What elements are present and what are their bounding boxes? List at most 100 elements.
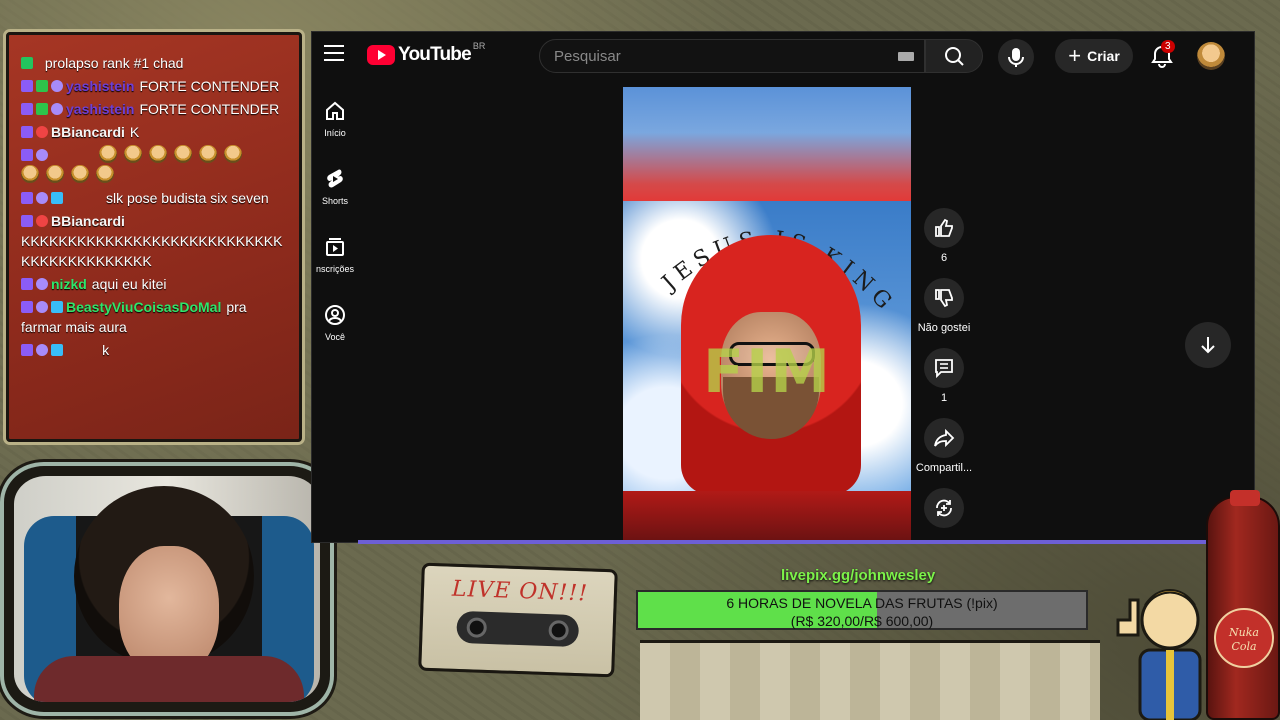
chat-text: prolapso rank #1 chad [44,55,184,71]
video-overlay-text: FIM [703,337,833,407]
chat-message: slk pose budista six seven [21,188,289,208]
like-button[interactable] [924,208,964,248]
chat-message: BBiancardi K [21,122,289,142]
cassette-window [456,610,580,648]
emote-icon [198,145,217,163]
nav-item-shorts[interactable]: Shorts [312,158,358,226]
menu-icon[interactable] [324,45,344,63]
search-icon [945,47,964,66]
heart-badge-icon [36,126,48,138]
bottle-cap [1230,490,1260,506]
logo-text: YouTube [398,44,472,65]
streamer-shirt [34,656,304,702]
emote-icon [46,165,64,183]
chat-text: FORTE CONTENDER [139,101,280,117]
keyboard-icon[interactable] [898,52,914,61]
video-top-gradient [623,87,911,201]
chat-message: prolapso rank #1 chad [21,53,289,73]
badge-icon [21,103,33,115]
donation-url: livepix.gg/johnwesley [781,567,936,584]
chat-message: nizkd aqui eu kitei [21,274,289,294]
nuka-cola-bottle: Nuka Cola [1206,490,1280,720]
donation-goal-bar: 6 HORAS DE NOVELA DAS FRUTAS (!pix) (R$ … [636,590,1088,630]
comment-count: 1 [940,392,948,404]
account-avatar[interactable] [1197,42,1225,70]
badge-icon [51,192,63,204]
badge-icon [21,301,33,313]
plus-icon: + [1068,43,1082,68]
emote-icon [21,165,39,183]
chat-message: BBiancardi KKKKKKKKKKKKKKKKKKKKKKKKKKKKKK… [21,211,289,271]
chat-text: slk pose budista six seven [106,190,269,206]
comments-button[interactable] [924,348,964,388]
chat-username: BeastyViuCoisasDoMal [66,299,222,315]
chat-message: BeastyViuCoisasDoMal pra farmar mais aura [21,297,289,337]
share-action: Compartil... [914,418,974,474]
shorts-video-player[interactable]: JESUS IS KING FIM [623,87,911,542]
nav-label: Você [324,332,346,342]
chat-text: KKKKKKKKKKKKKKKKKKKKKKKKKKKKKKKKKKKKKKKK… [21,233,283,269]
reel-icon [548,620,570,641]
search-input[interactable] [554,40,884,72]
chat-text: k [102,342,110,358]
share-label: Compartil... [915,462,973,474]
chat-text: K [129,124,140,140]
search-button[interactable] [925,39,983,73]
chat-message: yashistein FORTE CONTENDER [21,76,289,96]
cassette-label: LIVE ON!!! [451,576,589,607]
create-button[interactable]: + Criar [1055,39,1133,73]
video-bottom-gradient [623,491,911,542]
heart-badge-icon [36,215,48,227]
youtube-play-icon [367,45,395,65]
comments-action: 1 [914,348,974,404]
overlay-machine-art [640,640,1100,720]
nav-item-subscriptions[interactable]: nscrições [312,226,358,294]
badge-icon [21,192,33,204]
badge-icon [21,278,33,290]
goal-title: 6 HORAS DE NOVELA DAS FRUTAS (!pix) [726,595,998,611]
nav-item-you[interactable]: Você [312,294,358,362]
stream-chat: prolapso rank #1 chad yashistein FORTE CO… [6,32,302,442]
badge-icon [36,278,48,290]
badge-icon [21,80,33,92]
like-count: 6 [940,252,948,264]
voice-search-button[interactable] [998,39,1034,75]
chat-username: BBiancardi [51,124,125,140]
goal-amount: (R$ 320,00/R$ 600,00) [790,613,934,629]
badge-icon [36,344,48,356]
badge-icon [21,149,33,161]
nav-label: Shorts [321,196,348,206]
badge-icon [21,215,33,227]
home-icon [326,101,344,120]
subscriptions-icon [326,238,344,256]
nav-item-home[interactable]: Início [312,90,358,158]
dislike-label: Não gostei [917,322,971,334]
remix-button[interactable] [924,488,964,528]
chat-username [66,190,101,206]
badge-icon [51,301,63,313]
chat-username: yashistein [66,101,135,117]
emote-icon [98,145,117,163]
side-navigation: Início Shorts nscrições Você [312,90,356,362]
dislike-button[interactable] [924,278,964,318]
chat-username: nizkd [51,276,87,292]
badge-icon [51,103,63,115]
vault-boy-thumbs-up-icon [1116,588,1202,720]
next-video-button[interactable] [1185,322,1231,368]
window-accent-line [358,540,1238,544]
profile-icon [325,305,345,325]
chat-text: aqui eu kitei [91,276,167,292]
emote-icon [71,165,89,183]
badge-icon [51,344,63,356]
youtube-logo[interactable]: YouTube BR [367,41,485,66]
emote-icon [96,165,114,183]
search-box[interactable] [539,39,925,73]
webcam-frame [4,466,330,712]
badge-icon [21,126,33,138]
badge-icon [21,344,33,356]
thumbs-down-icon [935,289,953,308]
badge-icon [36,192,48,204]
nav-label: Início [324,128,346,138]
share-button[interactable] [924,418,964,458]
badge-icon [36,301,48,313]
